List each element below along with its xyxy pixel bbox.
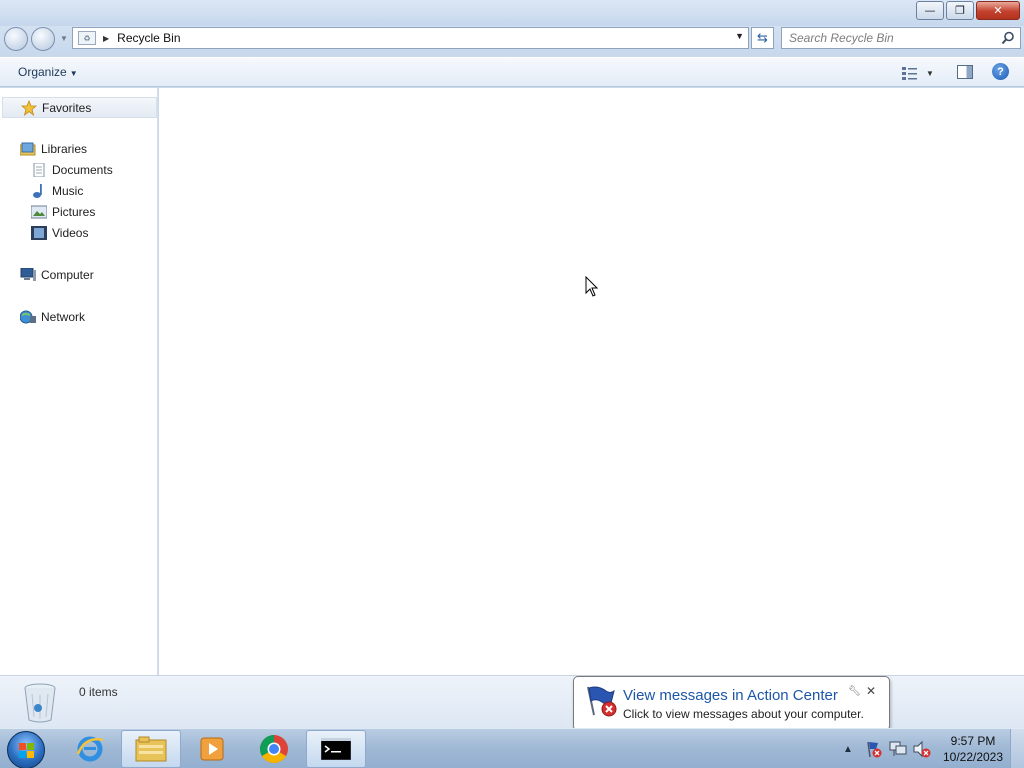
nav-item-computer[interactable]: Computer (20, 266, 94, 284)
recycle-bin-small-icon: ♻ (78, 31, 96, 45)
breadcrumb-arrow-icon[interactable]: ▶ (103, 34, 109, 43)
view-list-icon (902, 67, 917, 80)
taskbar-windows-explorer[interactable] (121, 730, 181, 768)
title-bar: — ❐ ✕ (0, 0, 1024, 26)
navigation-pane: Favorites Libraries Documents Music Pict… (0, 88, 158, 675)
notification-message: Click to view messages about your comput… (623, 707, 864, 721)
action-center-flag-icon (587, 686, 617, 717)
action-center-notification[interactable]: View messages in Action Center Click to … (573, 676, 890, 731)
organize-label: Organize (18, 65, 67, 79)
show-desktop-button[interactable] (1010, 729, 1024, 768)
address-bar[interactable]: ♻ ▶ Recycle Bin ▼ (72, 27, 749, 49)
nav-label-music: Music (52, 184, 84, 198)
nav-item-documents[interactable]: Documents (31, 161, 113, 179)
address-dropdown-icon[interactable]: ▼ (735, 31, 744, 41)
music-icon (33, 184, 42, 198)
volume-muted-icon[interactable] (913, 740, 931, 758)
preview-pane-button[interactable] (957, 65, 973, 79)
window-controls: — ❐ ✕ (916, 1, 1020, 20)
breadcrumb-location[interactable]: Recycle Bin (117, 31, 180, 45)
clock-date: 10/22/2023 (942, 750, 1004, 764)
command-bar: Organize ▼ ▼ (0, 57, 1024, 87)
star-icon (21, 99, 37, 116)
taskbar-chrome[interactable] (244, 730, 304, 768)
nav-item-network[interactable]: Network (20, 308, 85, 326)
taskbar-clock[interactable]: 9:57 PM 10/22/2023 (940, 733, 1006, 765)
nav-item-music[interactable]: Music (31, 182, 83, 200)
nav-item-videos[interactable]: Videos (31, 224, 88, 242)
taskbar-internet-explorer[interactable] (60, 730, 120, 768)
videos-icon (31, 226, 47, 240)
internet-explorer-icon (76, 736, 104, 762)
back-button[interactable] (4, 27, 28, 51)
view-dropdown-icon[interactable]: ▼ (926, 69, 934, 78)
start-button[interactable] (7, 731, 45, 768)
documents-icon (33, 163, 45, 177)
wrench-icon[interactable]: 🔧︎ (848, 686, 861, 697)
computer-icon (20, 268, 36, 281)
system-tray: ▲ (843, 734, 931, 764)
clock-time: 9:57 PM (950, 734, 996, 748)
taskbar-command-prompt[interactable] (306, 730, 366, 768)
nav-label-libraries: Libraries (41, 142, 88, 156)
nav-item-favorites[interactable]: Favorites (2, 97, 157, 118)
taskbar: ▲ 9:57 PM 10/22/2023 (0, 728, 1024, 768)
close-button[interactable]: ✕ (976, 1, 1020, 20)
search-icon[interactable] (1001, 31, 1015, 45)
media-player-icon (200, 737, 224, 761)
action-center-tray-icon[interactable] (865, 740, 883, 758)
nav-label-pictures: Pictures (52, 205, 96, 219)
nav-label-videos: Videos (52, 226, 89, 240)
nav-label-computer: Computer (41, 268, 94, 282)
recycle-bin-icon (24, 683, 56, 723)
command-prompt-icon (321, 738, 351, 760)
pictures-icon (31, 205, 47, 219)
organize-caret-icon: ▼ (69, 69, 78, 78)
windows-logo-icon (19, 743, 34, 758)
libraries-icon (20, 142, 36, 156)
change-view-button[interactable]: ▼ (902, 65, 938, 81)
search-box[interactable] (781, 27, 1021, 49)
file-list-area[interactable] (159, 88, 1024, 675)
network-icon (20, 310, 36, 324)
item-count-label: 0 items (79, 685, 118, 699)
nav-label-network: Network (41, 310, 86, 324)
nav-label-documents: Documents (52, 163, 113, 177)
taskbar-media-player[interactable] (182, 730, 242, 768)
navigation-bar: ▼ ♻ ▶ Recycle Bin ▼ ⇆ (0, 26, 1024, 52)
nav-item-pictures[interactable]: Pictures (31, 203, 95, 221)
refresh-button[interactable]: ⇆ (751, 27, 774, 49)
restore-button[interactable]: ❐ (946, 1, 974, 20)
chrome-icon (260, 735, 288, 763)
organize-menu[interactable]: Organize ▼ (18, 65, 78, 79)
nav-item-libraries[interactable]: Libraries (20, 140, 87, 158)
notification-title[interactable]: View messages in Action Center (623, 687, 838, 704)
search-input[interactable] (782, 28, 992, 48)
minimize-button[interactable]: — (916, 1, 944, 20)
network-tray-icon[interactable] (889, 740, 907, 758)
show-hidden-icons-icon[interactable]: ▲ (843, 744, 853, 755)
notification-close-button[interactable]: ✕ (866, 684, 876, 698)
forward-button[interactable] (31, 27, 55, 51)
recent-pages-dropdown-icon[interactable]: ▼ (60, 34, 68, 43)
nav-label-favorites: Favorites (42, 100, 92, 115)
folder-icon (135, 736, 167, 762)
mouse-cursor-icon (585, 276, 599, 297)
help-button[interactable]: ? (992, 63, 1009, 80)
